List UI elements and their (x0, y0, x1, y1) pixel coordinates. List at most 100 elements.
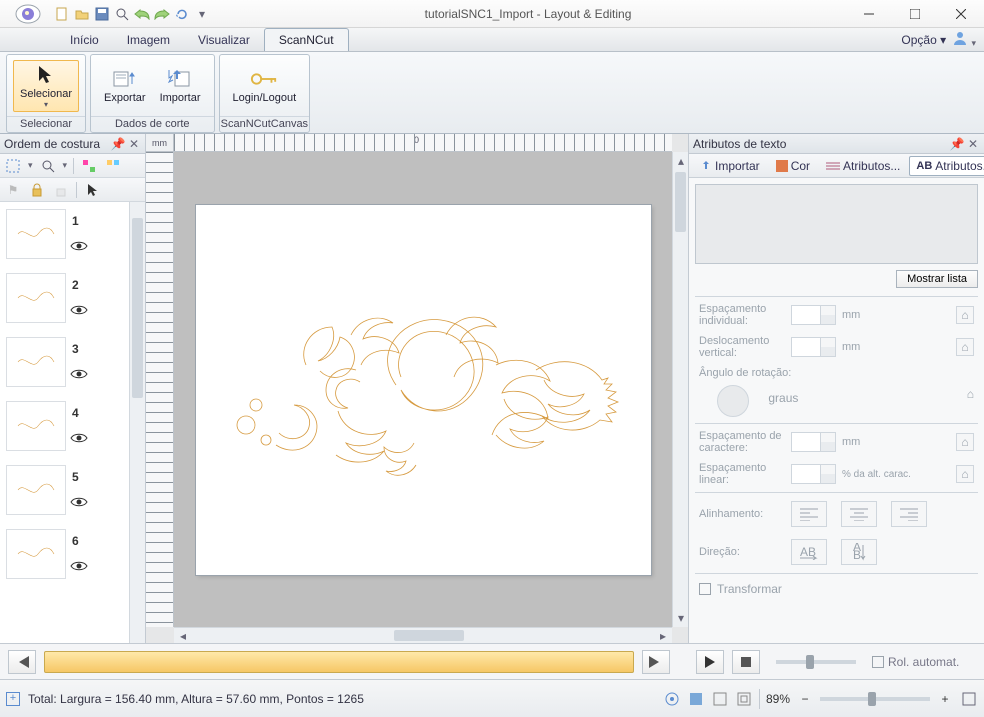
reset-icon[interactable]: ⌂ (956, 338, 974, 356)
close-icon[interactable]: ✕ (127, 137, 141, 151)
item-number: 6 (72, 534, 86, 548)
menubar: Início Imagem Visualizar ScanNCut Opção … (0, 28, 984, 52)
individual-spacing-input[interactable] (791, 305, 836, 325)
zoom-out-icon[interactable]: − (796, 690, 814, 708)
view-stitch-icon[interactable] (711, 690, 729, 708)
scroll-right-icon[interactable]: ▸ (656, 629, 670, 643)
exportar-button[interactable]: Exportar (97, 64, 153, 107)
close-button[interactable] (938, 0, 984, 28)
maximize-button[interactable] (892, 0, 938, 28)
redo-icon[interactable] (154, 6, 170, 22)
visibility-icon[interactable] (70, 240, 88, 254)
ribbon-group-dados-de-corte: Exportar Importar Dados de corte (90, 54, 215, 133)
scroll-down-icon[interactable]: ▾ (674, 611, 688, 625)
selecionar-button[interactable]: Selecionar ▾ (13, 60, 79, 112)
select-tool-icon[interactable] (4, 157, 22, 175)
view-realistic-icon[interactable] (687, 690, 705, 708)
char-spacing-input[interactable] (791, 432, 836, 452)
add-page-icon[interactable]: + (6, 692, 20, 706)
list-item[interactable]: 6 (0, 522, 145, 586)
group2-icon[interactable] (104, 157, 122, 175)
play-button[interactable] (696, 650, 724, 674)
visibility-icon[interactable] (70, 304, 88, 318)
skip-end-button[interactable] (642, 650, 670, 674)
speed-slider[interactable] (776, 660, 856, 664)
unlock-icon[interactable] (52, 181, 70, 199)
align-right-button[interactable] (891, 501, 927, 527)
list-item[interactable]: 2 (0, 266, 145, 330)
reset-icon[interactable]: ⌂ (956, 433, 974, 451)
visibility-icon[interactable] (70, 368, 88, 382)
align-center-button[interactable] (841, 501, 877, 527)
visibility-icon[interactable] (70, 560, 88, 574)
lock-icon[interactable] (28, 181, 46, 199)
canvas-area: mm 0 (146, 134, 688, 643)
zoom-in-icon[interactable]: + (936, 690, 954, 708)
new-icon[interactable] (54, 6, 70, 22)
zoom-tool-icon[interactable] (39, 157, 57, 175)
reset-icon[interactable]: ⌂ (967, 387, 974, 401)
scroll-left-icon[interactable]: ◂ (176, 629, 190, 643)
save-icon[interactable] (94, 6, 110, 22)
vertical-offset-input[interactable] (791, 337, 836, 357)
minimize-button[interactable] (846, 0, 892, 28)
zoom-slider[interactable] (820, 697, 930, 701)
visibility-icon[interactable] (70, 432, 88, 446)
tab-atributos-costura[interactable]: Atributos... (819, 156, 907, 176)
item-number: 1 (72, 214, 86, 228)
pointer-icon[interactable] (83, 181, 101, 199)
playback-track[interactable] (44, 651, 634, 673)
tab-scanncut[interactable]: ScanNCut (264, 28, 349, 51)
target-icon[interactable] (663, 690, 681, 708)
tab-inicio[interactable]: Início (56, 29, 113, 51)
panel-header: Ordem de costura 📌 ✕ (0, 134, 145, 154)
user-icon[interactable]: ▾ (952, 30, 976, 49)
pin-icon[interactable]: 📌 (950, 137, 964, 151)
pin-icon[interactable]: 📌 (111, 137, 125, 151)
view-outline-icon[interactable] (735, 690, 753, 708)
linear-spacing-input[interactable] (791, 464, 836, 484)
auto-scroll-checkbox[interactable]: Rol. automat. (872, 655, 959, 669)
qat-dropdown-icon[interactable]: ▾ (194, 6, 210, 22)
reset-icon[interactable]: ⌂ (956, 465, 974, 483)
reset-icon[interactable]: ⌂ (956, 306, 974, 324)
thumbnail (6, 337, 66, 387)
thumbnail (6, 529, 66, 579)
close-icon[interactable]: ✕ (966, 137, 980, 151)
visibility-icon[interactable] (70, 496, 88, 510)
zoom-icon[interactable] (114, 6, 130, 22)
group1-icon[interactable] (80, 157, 98, 175)
canvas-scrollbar-horizontal[interactable]: ◂ ▸ (174, 627, 672, 643)
list-item[interactable]: 3 (0, 330, 145, 394)
tab-atributos-texto[interactable]: ABAtributos... (909, 156, 984, 176)
tab-visualizar[interactable]: Visualizar (184, 29, 264, 51)
tab-imagem[interactable]: Imagem (113, 29, 184, 51)
direction-vertical-button[interactable]: AB (841, 539, 877, 565)
fit-page-icon[interactable] (960, 690, 978, 708)
field-transform: Transformar (689, 576, 984, 602)
scroll-up-icon[interactable]: ▴ (674, 154, 688, 168)
canvas-viewport[interactable] (174, 152, 672, 627)
list-item[interactable]: 4 (0, 394, 145, 458)
refresh-icon[interactable] (174, 6, 190, 22)
undo-icon[interactable] (134, 6, 150, 22)
direction-horizontal-button[interactable]: AB (791, 539, 827, 565)
panel-scrollbar[interactable] (129, 202, 145, 643)
show-list-button[interactable]: Mostrar lista (896, 270, 978, 288)
canvas-scrollbar-vertical[interactable]: ▴ ▾ (672, 152, 688, 627)
transform-checkbox[interactable] (699, 583, 711, 595)
tab-importar[interactable]: Importar (693, 156, 767, 176)
list-item[interactable]: 5 (0, 458, 145, 522)
tab-cor[interactable]: Cor (769, 156, 817, 176)
skip-start-button[interactable] (8, 650, 36, 674)
align-left-button[interactable] (791, 501, 827, 527)
importar-button[interactable]: Importar (153, 64, 208, 107)
stop-button[interactable] (732, 650, 760, 674)
option-menu[interactable]: Opção ▾ (901, 33, 946, 47)
flag-icon[interactable]: ⚑ (4, 181, 22, 199)
login-logout-button[interactable]: Login/Logout (226, 64, 304, 107)
open-icon[interactable] (74, 6, 90, 22)
rotation-dial[interactable] (717, 385, 749, 417)
list-item[interactable]: 1 (0, 202, 145, 266)
text-preview (695, 184, 978, 264)
